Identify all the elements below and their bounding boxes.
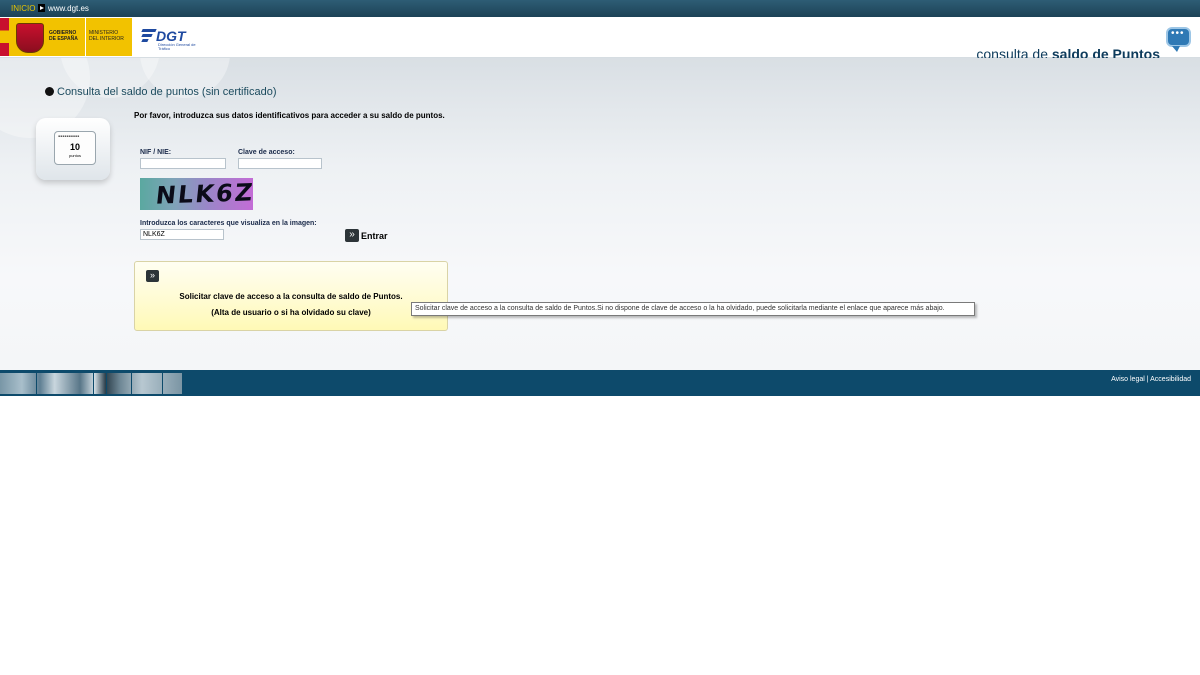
flag-strip (0, 18, 9, 56)
intro-text: Por favor, introduzca sus datos identifi… (134, 111, 445, 120)
logo-divider (85, 18, 86, 56)
double-chevron-right-icon: » (345, 229, 359, 242)
points-card-number: 10 (69, 142, 80, 152)
clave-label: Clave de acceso: (238, 149, 295, 156)
dgt-mark-icon (141, 29, 157, 43)
request-key-box[interactable]: » Solicitar clave de acceso a la consult… (134, 261, 448, 331)
aviso-legal-link[interactable]: Aviso legal (1111, 376, 1145, 383)
double-chevron-right-icon: » (146, 270, 159, 282)
gobierno-logo[interactable]: GOBIERNO DE ESPAÑA MINISTERIO DEL INTERI… (0, 18, 132, 56)
gobierno-text: GOBIERNO DE ESPAÑA (49, 30, 78, 42)
footer-links: Aviso legal | Accesibilidad (1111, 376, 1191, 383)
captcha-text: NLK6Z (154, 178, 253, 210)
bullet-icon (45, 87, 54, 96)
footer-image-strip (0, 373, 182, 394)
tooltip: Solicitar clave de acceso a la consulta … (411, 302, 975, 316)
top-bar: INICIO www.dgt.es (0, 0, 1200, 17)
section-title-text: Consulta del saldo de puntos (sin certif… (57, 86, 277, 98)
footer: Aviso legal | Accesibilidad (0, 370, 1200, 396)
points-card-label: puntos (68, 153, 81, 158)
main-content: Consulta del saldo de puntos (sin certif… (0, 58, 1200, 370)
dgt-url-link[interactable]: www.dgt.es (48, 4, 89, 13)
chat-bubble-icon (1166, 27, 1191, 52)
captcha-input[interactable] (140, 229, 224, 240)
points-card-perforation: ▪▪▪▪▪▪▪▪▪▪ (58, 134, 80, 140)
section-title: Consulta del saldo de puntos (sin certif… (45, 86, 277, 98)
header: GOBIERNO DE ESPAÑA MINISTERIO DEL INTERI… (0, 17, 1200, 62)
accesibilidad-link[interactable]: Accesibilidad (1150, 376, 1191, 383)
points-card-icon: ▪▪▪▪▪▪▪▪▪▪ 10 puntos (36, 118, 110, 180)
points-card-face: ▪▪▪▪▪▪▪▪▪▪ 10 puntos (54, 131, 96, 165)
nif-input[interactable] (140, 158, 226, 169)
inicio-link[interactable]: INICIO (11, 4, 35, 13)
footer-separator: | (1146, 376, 1149, 383)
coat-of-arms-icon (16, 23, 44, 53)
arrow-right-icon (38, 4, 45, 12)
entrar-label: Entrar (361, 231, 388, 241)
clave-input[interactable] (238, 158, 322, 169)
ministerio-text: MINISTERIO DEL INTERIOR (89, 30, 124, 42)
dgt-subtitle: Dirección General de Tráfico (158, 42, 196, 51)
request-key-subtext[interactable]: (Alta de usuario o si ha olvidado su cla… (135, 308, 447, 317)
captcha-image: NLK6Z (140, 178, 253, 210)
captcha-label: Introduzca los caracteres que visualiza … (140, 220, 317, 227)
request-key-link[interactable]: Solicitar clave de acceso a la consulta … (135, 292, 447, 301)
nif-label: NIF / NIE: (140, 149, 172, 156)
